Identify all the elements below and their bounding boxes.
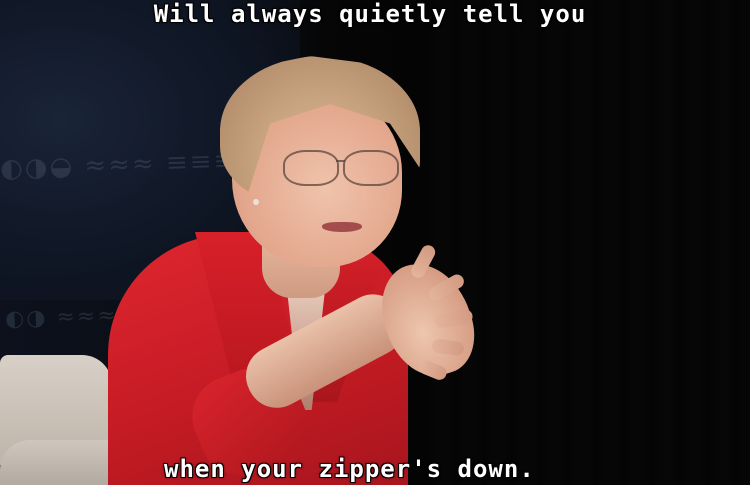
glasses-lens-left [283,150,339,186]
earring [253,199,259,205]
mouth [322,222,362,232]
glasses-lens-right [343,150,399,186]
glasses-bridge [336,160,345,162]
meme-image: ◐◑◒ ≈≈≈ ≡≡≡ ◐◑ ≈≈≈ Will always quietly t… [0,0,750,485]
bottom-caption: when your zipper's down. [164,455,535,483]
speaker-figure [0,0,750,485]
top-caption: Will always quietly tell you [153,0,587,28]
